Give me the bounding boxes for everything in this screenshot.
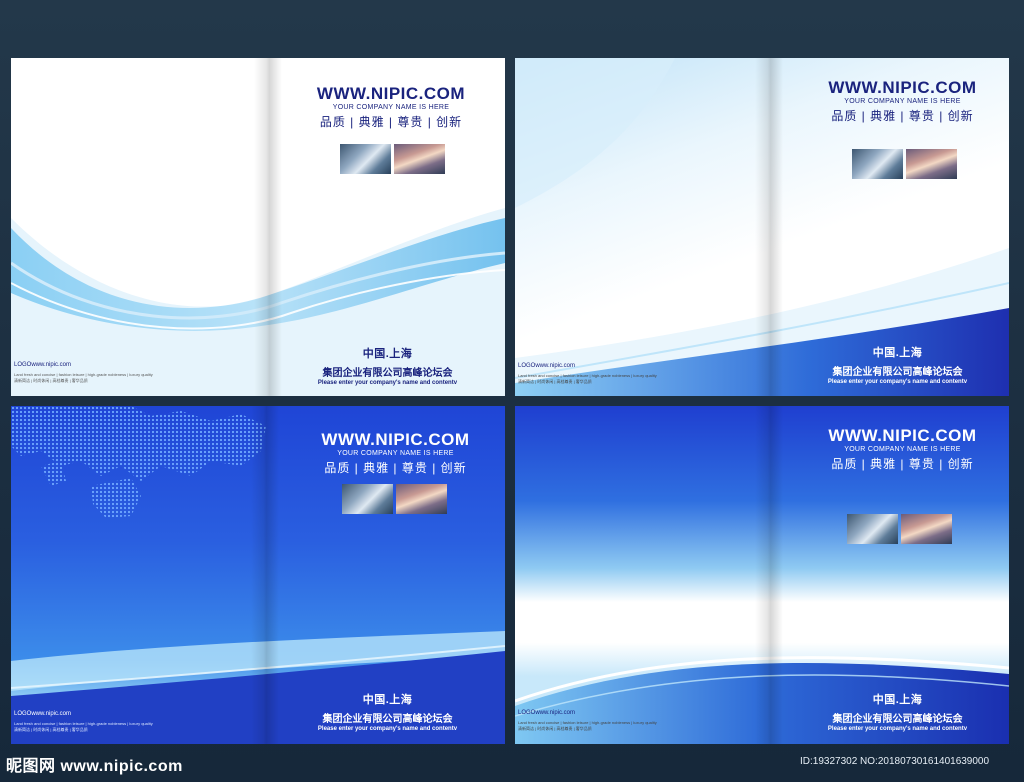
photo-strip — [340, 144, 445, 174]
photo-strip — [847, 514, 952, 544]
city-label: 中国.上海 — [872, 347, 923, 359]
center-fold — [755, 406, 783, 744]
tiny-line-en: Land fresh and concise | fashion leisure… — [14, 721, 153, 726]
building-photo — [342, 484, 393, 514]
watermark-text: 昵图网 www.nipic.com — [6, 758, 183, 775]
bridge-photo — [901, 514, 952, 544]
logo-text: LOGOwww.nipic.com — [14, 711, 72, 717]
company-block: 中国.上海 集团企业有限公司高峰论坛会 Please enter your co… — [295, 345, 480, 386]
brand-block: WWW.NIPIC.COM YOUR COMPANY NAME IS HERE … — [815, 78, 990, 124]
logo-text: LOGOwww.nipic.com — [518, 363, 576, 369]
tiny-line-cn: 清新简洁 | 时尚休闲 | 高档尊贵 | 奢华品质 — [518, 379, 592, 384]
building-photo — [847, 514, 898, 544]
logo-text: LOGOwww.nipic.com — [518, 710, 576, 716]
slogan: 品质 | 典雅 | 尊贵 | 创新 — [324, 461, 467, 475]
design-2-cover: WWW.NIPIC.COM YOUR COMPANY NAME IS HERE … — [515, 58, 1009, 396]
company-block: 中国.上海 集团企业有限公司高峰论坛会 Please enter your co… — [805, 691, 990, 732]
company-tag-en: Please enter your company's name and con… — [317, 380, 458, 386]
company-tag-en: Please enter your company's name and con… — [827, 726, 968, 732]
company-name: 集团企业有限公司高峰论坛会 — [322, 714, 453, 725]
tiny-line-en: Land fresh and concise | fashion leisure… — [518, 373, 657, 378]
company-tag-en: Please enter your company's name and con… — [827, 379, 968, 385]
building-photo — [852, 149, 903, 179]
site-url: WWW.NIPIC.COM — [316, 84, 466, 103]
city-label: 中国.上海 — [362, 348, 413, 360]
company-block: 中国.上海 集团企业有限公司高峰论坛会 Please enter your co… — [805, 344, 990, 385]
building-photo — [340, 144, 391, 174]
photo-strip — [852, 149, 957, 179]
company-tagline: YOUR COMPANY NAME IS HERE — [337, 450, 454, 457]
design-3-cover: WWW.NIPIC.COM YOUR COMPANY NAME IS HERE … — [11, 406, 505, 744]
brand-block: WWW.NIPIC.COM YOUR COMPANY NAME IS HERE … — [306, 84, 476, 130]
company-tagline: YOUR COMPANY NAME IS HERE — [844, 98, 961, 105]
slogan: 品质 | 典雅 | 尊贵 | 创新 — [831, 457, 974, 471]
city-label: 中国.上海 — [362, 694, 413, 706]
company-tagline: YOUR COMPANY NAME IS HERE — [332, 104, 450, 111]
tiny-line-cn: 清新简洁 | 时尚休闲 | 高档尊贵 | 奢华品质 — [518, 726, 592, 731]
site-url: WWW.NIPIC.COM — [321, 430, 470, 449]
bridge-photo — [906, 149, 957, 179]
brand-block: WWW.NIPIC.COM YOUR COMPANY NAME IS HERE … — [815, 426, 990, 472]
tiny-line-cn: 清新简洁 | 时尚休闲 | 高档尊贵 | 奢华品质 — [14, 727, 88, 732]
bridge-photo — [396, 484, 447, 514]
tiny-line-en: Land fresh and concise | fashion leisure… — [518, 720, 657, 725]
photo-strip — [342, 484, 447, 514]
company-name: 集团企业有限公司高峰论坛会 — [322, 368, 453, 379]
design-4-cover: WWW.NIPIC.COM YOUR COMPANY NAME IS HERE … — [515, 406, 1009, 744]
center-fold — [254, 58, 282, 396]
center-fold — [251, 406, 279, 744]
slogan: 品质 | 典雅 | 尊贵 | 创新 — [831, 109, 974, 123]
company-block: 中国.上海 集团企业有限公司高峰论坛会 Please enter your co… — [295, 691, 480, 732]
company-name: 集团企业有限公司高峰论坛会 — [832, 714, 963, 725]
company-tagline: YOUR COMPANY NAME IS HERE — [844, 446, 961, 453]
tiny-line-en: Land fresh and concise | fashion leisure… — [14, 372, 153, 377]
image-id-text: ID:19327302 NO:20180730161401639000 — [800, 756, 990, 767]
company-tag-en: Please enter your company's name and con… — [317, 726, 458, 732]
city-label: 中国.上海 — [872, 694, 923, 706]
design-1-cover: WWW.NIPIC.COM YOUR COMPANY NAME IS HERE … — [11, 58, 505, 396]
center-fold — [755, 58, 783, 396]
tiny-line-cn: 清新简洁 | 时尚休闲 | 高档尊贵 | 奢华品质 — [14, 378, 88, 383]
brand-block: WWW.NIPIC.COM YOUR COMPANY NAME IS HERE … — [308, 430, 483, 476]
site-url: WWW.NIPIC.COM — [828, 78, 977, 97]
bridge-photo — [394, 144, 445, 174]
site-url: WWW.NIPIC.COM — [828, 426, 977, 445]
logo-text: LOGOwww.nipic.com — [14, 362, 72, 368]
slogan: 品质 | 典雅 | 尊贵 | 创新 — [319, 115, 463, 129]
company-name: 集团企业有限公司高峰论坛会 — [832, 367, 963, 378]
